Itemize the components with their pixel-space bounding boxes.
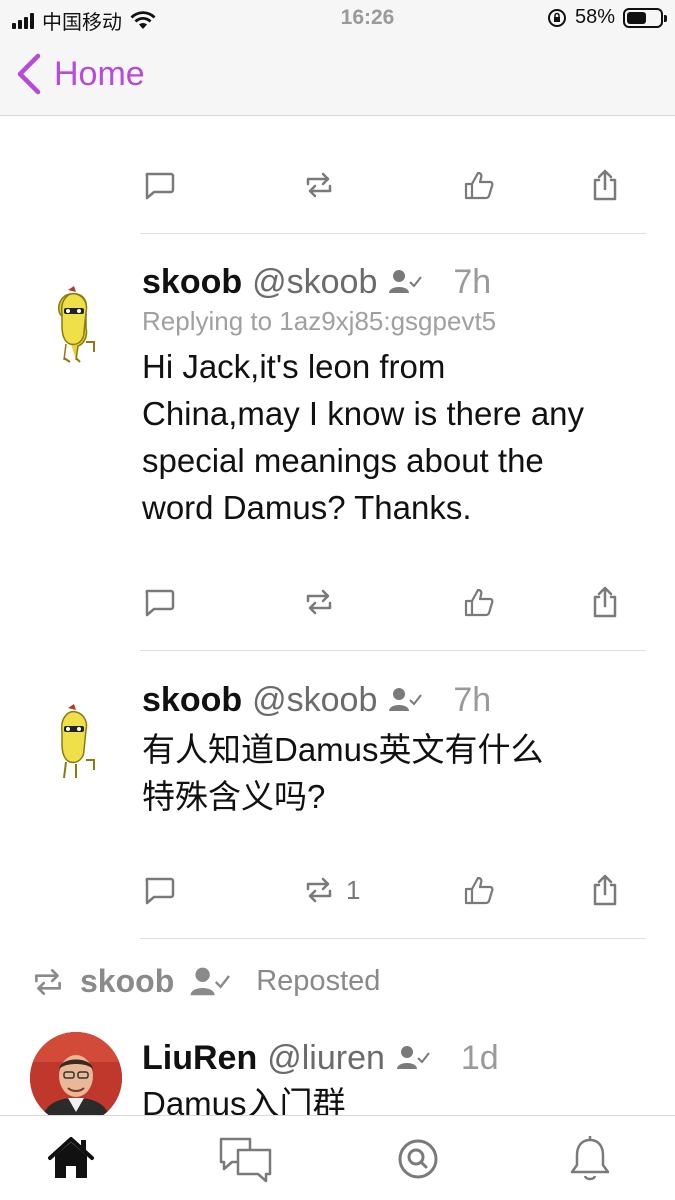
share-button[interactable]	[588, 870, 622, 910]
content-line: China,may I know is there any	[142, 395, 585, 432]
boost-button[interactable]	[302, 582, 346, 622]
back-button[interactable]: Home	[14, 52, 145, 96]
boost-count: 1	[346, 874, 361, 905]
post-handle[interactable]: @skoob	[252, 263, 377, 302]
reply-button[interactable]	[142, 870, 176, 910]
tab-notifications[interactable]	[565, 1134, 615, 1184]
post-divider	[140, 650, 646, 651]
reposted-label: Reposted	[256, 965, 381, 997]
post-divider	[140, 233, 646, 234]
like-button[interactable]	[462, 582, 496, 622]
share-icon	[593, 586, 617, 618]
post-handle[interactable]: @liuren	[267, 1039, 385, 1078]
share-icon	[593, 169, 617, 201]
tab-bar	[0, 1115, 675, 1200]
person-check-icon	[190, 967, 231, 995]
repost-icon	[306, 877, 332, 903]
post-time: 7h	[453, 680, 492, 719]
reply-icon	[145, 877, 175, 905]
repost-icon	[306, 589, 332, 615]
post-handle[interactable]: @skoob	[252, 681, 377, 720]
orientation-lock-icon	[547, 8, 566, 27]
timeline[interactable]: skoob @skoob 7h Replying to 1az9xj85:gsg…	[0, 117, 675, 1115]
battery-icon	[623, 7, 667, 28]
bell-icon	[570, 1136, 610, 1181]
post-actions	[140, 165, 645, 215]
post-time: 7h	[453, 262, 492, 301]
boost-button[interactable]: 1	[302, 870, 360, 910]
share-icon	[593, 874, 617, 906]
repost-indicator: skoob Reposted	[30, 963, 380, 1000]
avatar[interactable]	[46, 704, 106, 784]
content-line: word Damus? Thanks.	[142, 489, 472, 526]
like-button[interactable]	[462, 870, 496, 910]
thumbs-up-icon	[464, 876, 494, 905]
battery-percent: 58%	[574, 6, 615, 28]
repost-icon	[35, 968, 61, 995]
content-line: Hi Jack,it's leon from	[142, 348, 446, 385]
chat-bubbles-icon	[219, 1137, 272, 1183]
reply-icon	[145, 589, 175, 617]
post-username[interactable]: LiuRen	[142, 1039, 257, 1078]
share-button[interactable]	[588, 582, 622, 622]
thumbs-up-icon	[464, 588, 494, 617]
post-content: 有人知道Damus英文有什么 特殊含义吗?	[142, 726, 652, 820]
post-actions	[140, 582, 645, 632]
person-check-icon	[389, 270, 423, 293]
reply-button[interactable]	[142, 165, 176, 205]
thumbs-up-icon	[464, 171, 494, 200]
tab-search[interactable]	[393, 1134, 443, 1184]
tab-home[interactable]	[46, 1134, 96, 1184]
tab-messages[interactable]	[218, 1134, 274, 1184]
reposter-name[interactable]: skoob	[80, 963, 174, 1000]
reply-button[interactable]	[142, 582, 176, 622]
boost-button[interactable]	[302, 165, 336, 205]
post-actions: 1	[140, 870, 645, 920]
post-time: 1d	[460, 1038, 499, 1077]
search-icon	[398, 1139, 438, 1179]
content-line: 有人知道Damus英文有什么	[142, 731, 544, 768]
content-line: 特殊含义吗?	[142, 778, 326, 815]
reply-icon	[145, 172, 175, 200]
post-divider	[140, 938, 646, 939]
content-line: special meanings about the	[142, 442, 544, 479]
share-button[interactable]	[588, 165, 622, 205]
chevron-left-icon	[17, 53, 41, 95]
person-check-icon	[396, 1046, 430, 1069]
post-content: Hi Jack,it's leon from China,may I know …	[142, 343, 652, 531]
post-username[interactable]: skoob	[142, 681, 242, 720]
post-content: Damus入门群	[142, 1085, 346, 1115]
like-button[interactable]	[462, 165, 496, 205]
person-check-icon	[389, 688, 423, 711]
top-bar: 中国移动 16:26 58% Home	[0, 0, 675, 116]
avatar[interactable]	[30, 1032, 122, 1115]
back-label: Home	[54, 54, 145, 93]
home-icon	[48, 1137, 94, 1178]
avatar[interactable]	[46, 286, 106, 366]
repost-icon	[306, 172, 332, 198]
battery-fill	[627, 11, 646, 24]
replying-to[interactable]: Replying to 1az9xj85:gsgpevt5	[142, 306, 652, 337]
post-username[interactable]: skoob	[142, 263, 242, 302]
status-bar: 中国移动 16:26 58%	[0, 6, 675, 34]
